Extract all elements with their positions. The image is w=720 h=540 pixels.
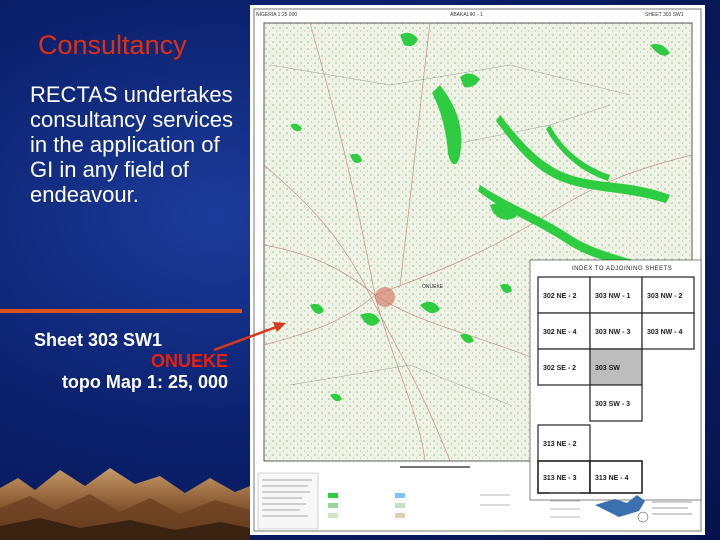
index-cell: 303 SW - 3	[595, 401, 630, 408]
map-header-left: NIGERIA 1:25 000	[256, 12, 297, 18]
caption-place: ONUEKE	[150, 351, 228, 371]
index-cell: 303 SW	[595, 365, 620, 372]
index-cell: 303 NW - 2	[647, 293, 683, 300]
index-cell: 302 SE - 2	[543, 365, 576, 372]
index-cell: 302 NE - 2	[543, 293, 577, 300]
slide-body-text: RECTAS undertakes consultancy services i…	[30, 82, 233, 207]
map-caption: Sheet 303 SW1 ONUEKE topo Map 1: 25, 000	[20, 330, 228, 393]
mountains-illustration	[0, 468, 250, 540]
caption-scale: 1: 25, 000	[146, 372, 228, 392]
caption-sheet: Sheet 303 SW1	[34, 330, 163, 350]
town-label: ONUEKE	[422, 284, 444, 290]
index-adjoining-sheets: INDEX TO ADJOINING SHEETS 302 NE - 2 303…	[529, 259, 702, 501]
divider-rule	[0, 309, 242, 313]
index-cell: 303 NW - 4	[647, 329, 683, 336]
map-header-center: ABAKALIKI - 1	[450, 12, 483, 18]
index-cell: 302 NE - 4	[543, 329, 577, 336]
index-title: INDEX TO ADJOINING SHEETS	[572, 266, 672, 272]
caption-type: topo Map	[61, 372, 142, 392]
map-header-right: SHEET 303 SW1	[645, 12, 684, 18]
index-cell: 313 NE - 4	[595, 475, 629, 482]
index-cell: 303 NW - 3	[595, 329, 631, 336]
topo-map: NIGERIA 1:25 000 ABAKALIKI - 1 SHEET 303…	[250, 5, 705, 535]
slide-title: Consultancy	[38, 30, 187, 60]
index-cell: 303 NW - 1	[595, 293, 631, 300]
index-cell: 313 NE - 3	[543, 475, 577, 482]
index-cell: 313 NE - 2	[543, 441, 577, 448]
slide: Consultancy RECTAS undertakes consultanc…	[0, 0, 720, 540]
